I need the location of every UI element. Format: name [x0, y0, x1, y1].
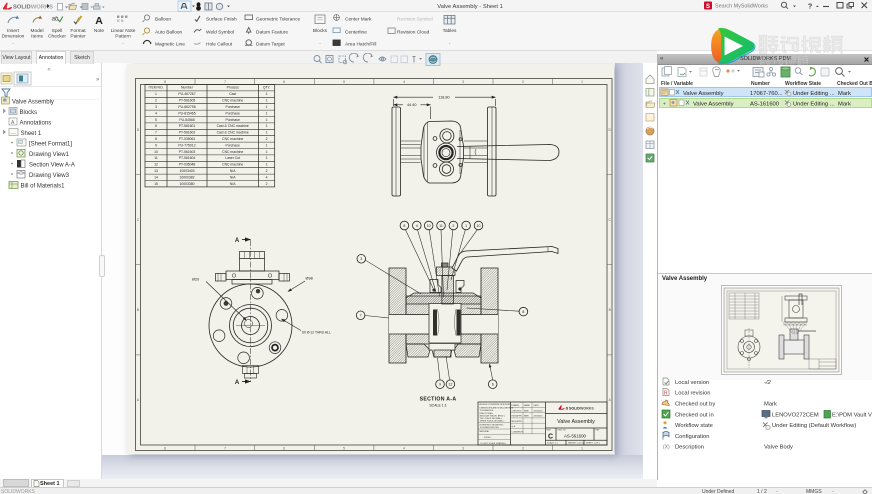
- svg-text:Checked out in: Checked out in: [675, 413, 714, 419]
- svg-text:Model: Model: [30, 28, 43, 34]
- svg-text:Under Editing ...: Under Editing ...: [793, 91, 835, 97]
- svg-text:Datum Feature: Datum Feature: [256, 30, 288, 36]
- svg-text:Search MySolidWorks: Search MySolidWorks: [715, 4, 768, 10]
- svg-text:Mark: Mark: [838, 91, 851, 97]
- svg-text:-: -: [12, 42, 14, 47]
- svg-text:Section View A-A: Section View A-A: [29, 162, 75, 168]
- svg-text:Tables: Tables: [443, 28, 457, 34]
- svg-text:Blocks: Blocks: [20, 110, 38, 116]
- svg-text:Surface Finish: Surface Finish: [206, 17, 237, 23]
- svg-text:Under Editing (Default Workflo: Under Editing (Default Workflow): [772, 423, 856, 429]
- svg-text:Valve Body: Valve Body: [764, 445, 793, 451]
- svg-text:Checked out by: Checked out by: [675, 402, 715, 408]
- svg-text:Checker: Checker: [48, 34, 66, 40]
- svg-text:Note: Note: [94, 28, 104, 34]
- svg-text:Hole Callout: Hole Callout: [206, 42, 233, 48]
- svg-text:Local revision: Local revision: [675, 391, 710, 397]
- svg-text:[Sheet Format1]: [Sheet Format1]: [29, 141, 72, 147]
- svg-text:(X): (X): [663, 445, 670, 451]
- svg-text:Area Hatch/Fill: Area Hatch/Fill: [345, 42, 376, 48]
- svg-text:Valve Assembly - Sheet 1: Valve Assembly - Sheet 1: [437, 4, 503, 10]
- svg-text:AS-161600: AS-161600: [750, 102, 779, 108]
- svg-text:Valve Assembly: Valve Assembly: [683, 91, 724, 97]
- svg-text:»: »: [96, 77, 100, 83]
- svg-text:Valve Assembly: Valve Assembly: [693, 102, 734, 108]
- svg-text:Mark: Mark: [764, 402, 777, 408]
- svg-text:Items: Items: [31, 34, 43, 40]
- svg-text:ab: ab: [52, 17, 59, 23]
- svg-text:Format: Format: [70, 28, 86, 34]
- svg-text:Insert: Insert: [7, 28, 20, 34]
- svg-text:-: -: [122, 42, 124, 47]
- svg-text:Weld Symbol: Weld Symbol: [206, 30, 234, 36]
- svg-text:Configuration: Configuration: [675, 434, 709, 440]
- svg-text:Sheet 1: Sheet 1: [21, 131, 42, 137]
- svg-text:E:\PDM Vault Vi...: E:\PDM Vault Vi...: [832, 413, 872, 419]
- svg-text:-: -: [319, 42, 321, 47]
- svg-text:Revision Cloud: Revision Cloud: [397, 30, 430, 36]
- svg-text:«: «: [47, 67, 51, 73]
- svg-text:R: R: [664, 391, 668, 397]
- svg-text:Blocks: Blocks: [313, 28, 328, 34]
- svg-text:Mark: Mark: [838, 102, 851, 108]
- svg-text:Under Editing ...: Under Editing ...: [793, 102, 835, 108]
- svg-text:Local version: Local version: [675, 380, 709, 386]
- svg-text:-/2: -/2: [764, 380, 772, 386]
- svg-text:?: ?: [808, 2, 813, 11]
- svg-text:Centerline: Centerline: [345, 30, 367, 36]
- svg-text:Revision Symbol: Revision Symbol: [397, 17, 433, 23]
- svg-text:A: A: [95, 15, 103, 27]
- svg-text:Pattern: Pattern: [115, 34, 131, 40]
- svg-text:Spell: Spell: [52, 28, 63, 34]
- svg-text:Linear Note: Linear Note: [111, 28, 136, 34]
- svg-text:S: S: [706, 4, 710, 10]
- svg-text:+: +: [663, 102, 666, 108]
- svg-text:Datum Target: Datum Target: [256, 42, 285, 48]
- svg-text:Annotations: Annotations: [20, 120, 52, 126]
- svg-text:Description: Description: [675, 445, 704, 451]
- svg-text:Drawing View1: Drawing View1: [29, 152, 70, 158]
- svg-text:-: -: [449, 42, 451, 47]
- svg-text:Workflow state: Workflow state: [675, 423, 713, 429]
- svg-text:Drawing View3: Drawing View3: [29, 173, 70, 179]
- svg-text:Auto Balloon: Auto Balloon: [155, 30, 183, 36]
- svg-text:Valve Assembly: Valve Assembly: [12, 99, 54, 105]
- svg-text:LENOVO272CEM: LENOVO272CEM: [772, 413, 819, 419]
- svg-text:Bill of Materials1: Bill of Materials1: [21, 183, 66, 189]
- svg-text:17067-760...: 17067-760...: [750, 91, 783, 97]
- svg-text:Painter: Painter: [70, 34, 86, 40]
- svg-text:Geometric Tolerance: Geometric Tolerance: [256, 17, 301, 23]
- svg-text:Center Mark: Center Mark: [345, 17, 372, 23]
- svg-text:Dimension: Dimension: [2, 34, 25, 40]
- svg-text:Balloon: Balloon: [155, 17, 171, 23]
- svg-text:Magnetic Line: Magnetic Line: [155, 42, 185, 48]
